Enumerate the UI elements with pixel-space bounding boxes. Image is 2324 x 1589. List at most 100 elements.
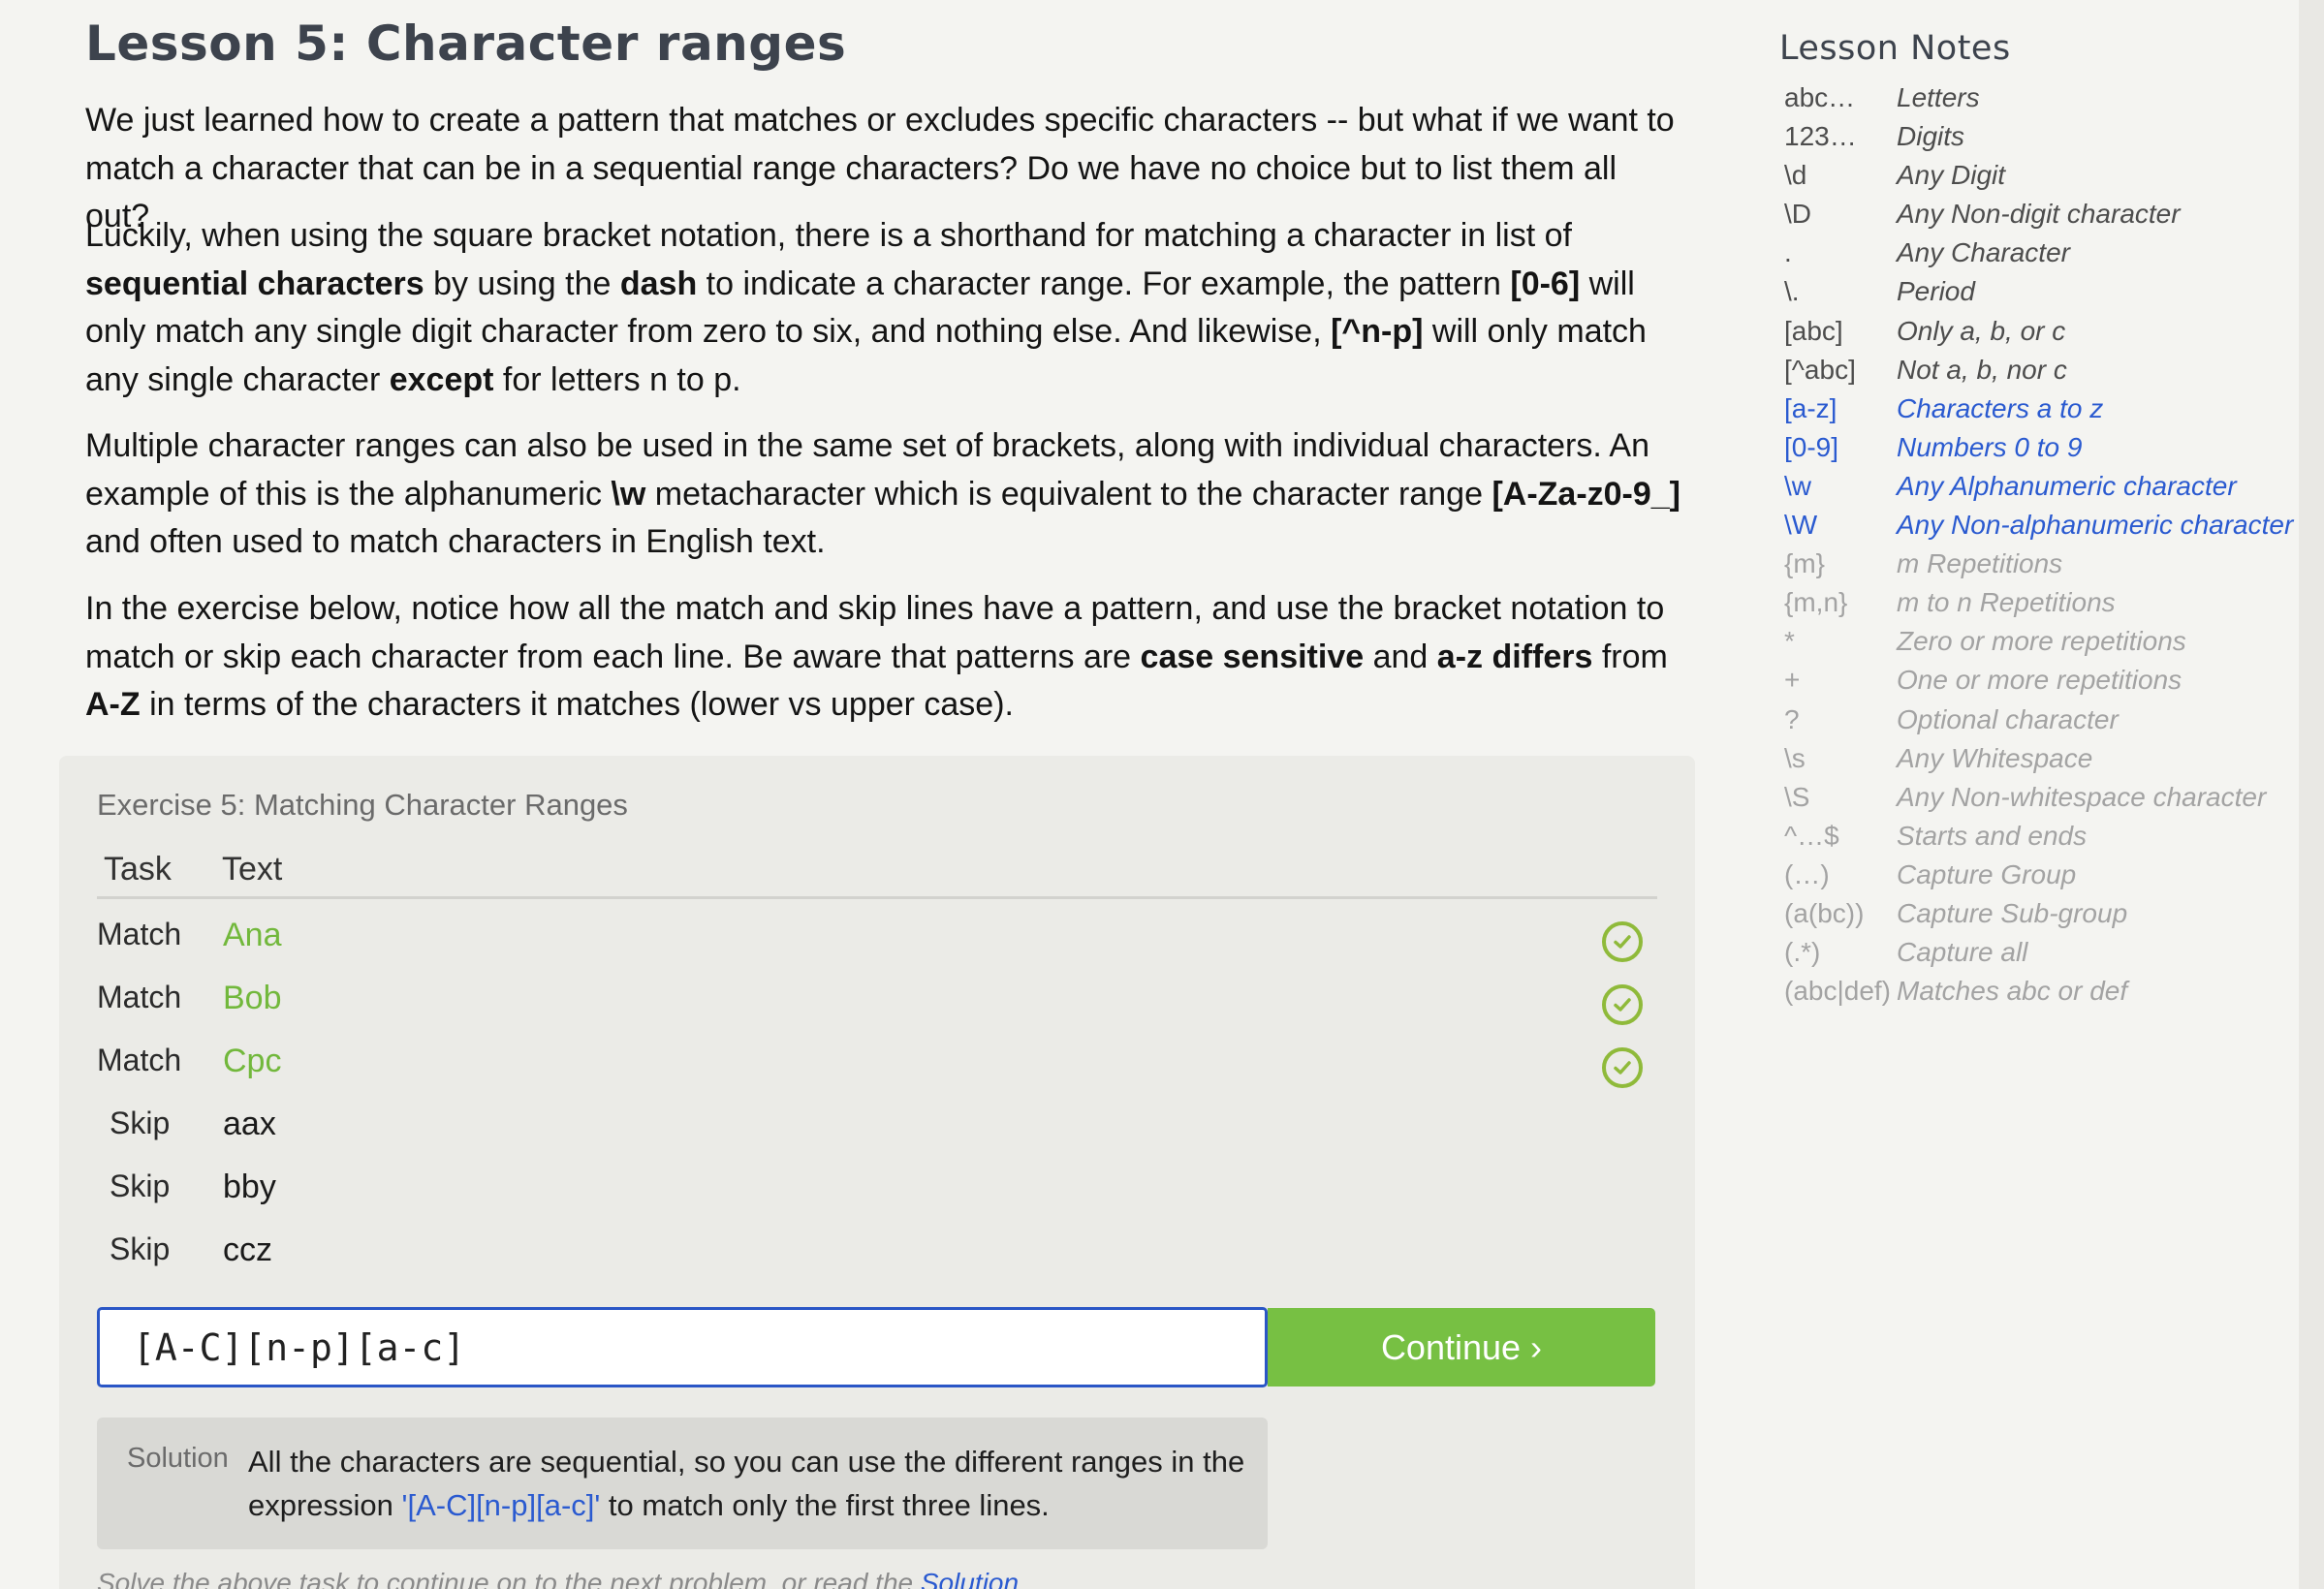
- note-item: {m,n} m to n Repetitions: [1779, 587, 2283, 626]
- exercise-table: Task Text Match Ana Match Bob Match Cpc Skip aa…: [97, 851, 1657, 1277]
- page: Lesson 5: Character ranges We just learn…: [0, 0, 2299, 1589]
- note-item: (abc|def) Matches abc or def: [1779, 976, 2283, 1014]
- exercise-row: Match Ana: [97, 899, 1657, 962]
- row-text: aax: [223, 1106, 276, 1142]
- note-value: Letters: [1897, 82, 1980, 112]
- note-item: ^…$ Starts and ends: [1779, 821, 2283, 859]
- note-value: Only a, b, or c: [1897, 315, 2066, 346]
- paragraph-text: for letters n to p.: [493, 360, 741, 398]
- note-item: \W Any Non-alphanumeric character: [1779, 510, 2293, 548]
- exercise-row: Skip bby: [97, 1151, 1657, 1214]
- note-key: \.: [1784, 276, 1800, 307]
- note-value: Digits: [1897, 121, 1965, 152]
- note-key: ?: [1784, 703, 1800, 734]
- note-key: [^abc]: [1784, 354, 1856, 385]
- note-value: Characters a to z: [1897, 392, 2104, 423]
- note-item: {m} m Repetitions: [1779, 548, 2283, 587]
- note-value: Numbers 0 to 9: [1897, 431, 2083, 462]
- check-circle-icon: [1602, 984, 1643, 1025]
- row-text: Cpc: [223, 1043, 282, 1079]
- solution-link[interactable]: Solution: [921, 1568, 1019, 1589]
- note-item: \d Any Digit: [1779, 160, 2283, 199]
- paragraph-text: to indicate a character range. For examp…: [697, 265, 1511, 302]
- note-item: (.*) Capture all: [1779, 937, 2283, 976]
- lesson-notes-list: abc… Letters 123… Digits \d Any Digit \D Any No…: [1779, 82, 2293, 1014]
- note-item: \S Any Non-whitespace character: [1779, 782, 2283, 821]
- note-key: (a(bc)): [1784, 897, 1865, 928]
- continue-button[interactable]: Continue ›: [1268, 1308, 1655, 1386]
- note-value: Starts and ends: [1897, 820, 2088, 851]
- note-value: One or more repetitions: [1897, 665, 2183, 696]
- note-key: 123…: [1784, 121, 1857, 152]
- paragraph-text: by using the: [424, 265, 620, 302]
- note-item: \w Any Alphanumeric character: [1779, 471, 2283, 510]
- emphasis-text: case sensitive: [1140, 638, 1365, 675]
- note-value: Any Non-digit character: [1897, 199, 2181, 230]
- emphasis-text: [0-6]: [1510, 265, 1581, 302]
- note-item: [a-z] Characters a to z: [1779, 393, 2283, 432]
- note-value: m Repetitions: [1897, 548, 2063, 579]
- note-value: Optional character: [1897, 703, 2119, 734]
- row-text: Ana: [223, 917, 282, 953]
- exercise-title: Exercise 5: Matching Character Ranges: [97, 788, 628, 822]
- footnote-end: .: [1019, 1568, 1026, 1589]
- lesson-paragraph: Luckily, when using the square bracket n…: [85, 212, 1684, 404]
- note-item: \s Any Whitespace: [1779, 743, 2283, 782]
- exercise-table-header: Task Text: [97, 851, 1657, 899]
- note-item: * Zero or more repetitions: [1779, 626, 2283, 665]
- footnote-text: Solve the above task to continue on to t…: [97, 1568, 921, 1589]
- note-key: (abc|def): [1784, 976, 1891, 1007]
- emphasis-text: a-z differs: [1436, 638, 1593, 675]
- note-value: Any Non-whitespace character: [1897, 781, 2267, 812]
- lesson-title: Lesson 5: Character ranges: [85, 16, 847, 72]
- solution-code: '[A-C][n-p][a-c]': [401, 1488, 601, 1522]
- note-key: \w: [1784, 470, 1811, 501]
- note-key: \s: [1784, 742, 1806, 773]
- header-text: Text: [222, 851, 283, 888]
- note-item: + One or more repetitions: [1779, 665, 2283, 703]
- header-task: Task: [104, 851, 172, 888]
- regex-input[interactable]: [97, 1307, 1268, 1387]
- exercise-rows: Match Ana Match Bob Match Cpc Skip aax Skip bby Sk…: [97, 899, 1657, 1277]
- lesson-paragraph: Multiple character ranges can also be us…: [85, 422, 1684, 567]
- paragraph-text: in terms of the characters it matches (l…: [140, 686, 1014, 723]
- exercise-row: Skip ccz: [97, 1214, 1657, 1277]
- note-value: Period: [1897, 276, 1975, 307]
- paragraph-text: and: [1364, 638, 1437, 675]
- note-value: Capture Sub-group: [1897, 897, 2128, 928]
- note-item: ? Optional character: [1779, 704, 2283, 743]
- paragraph-text: metacharacter which is equivalent to the…: [645, 475, 1492, 513]
- note-value: m to n Repetitions: [1897, 587, 2116, 618]
- solution-box: Solution All the characters are sequenti…: [97, 1418, 1268, 1549]
- emphasis-text: sequential characters: [85, 265, 424, 302]
- note-item: \D Any Non-digit character: [1779, 199, 2283, 237]
- note-key: (…): [1784, 858, 1830, 889]
- note-key: \W: [1784, 510, 1818, 541]
- note-item: abc… Letters: [1779, 82, 2283, 121]
- paragraph-text: and often used to match characters in En…: [85, 523, 826, 560]
- note-item: (a(bc)) Capture Sub-group: [1779, 898, 2283, 937]
- note-item: (…) Capture Group: [1779, 859, 2283, 898]
- note-value: Any Character: [1897, 237, 2070, 268]
- note-key: {m,n}: [1784, 587, 1848, 618]
- row-text: ccz: [223, 1231, 272, 1268]
- emphasis-text: except: [389, 360, 494, 398]
- solution-label: Solution: [127, 1443, 229, 1474]
- emphasis-text: [^n-p]: [1331, 313, 1424, 350]
- note-key: (.*): [1784, 937, 1821, 968]
- row-task: Match: [97, 980, 182, 1014]
- note-value: Capture all: [1897, 937, 2028, 968]
- note-item: [^abc] Not a, b, nor c: [1779, 355, 2283, 393]
- note-value: Any Digit: [1897, 160, 2006, 191]
- note-key: {m}: [1784, 548, 1826, 579]
- paragraph-text: from: [1592, 638, 1668, 675]
- note-key: \d: [1784, 160, 1807, 191]
- exercise-row: Match Bob: [97, 962, 1657, 1025]
- note-key: .: [1784, 237, 1792, 268]
- row-task: Skip: [110, 1231, 171, 1266]
- emphasis-text: dash: [619, 265, 698, 302]
- emphasis-text: [A-Za-z0-9_]: [1492, 475, 1681, 513]
- emphasis-text: A-Z: [85, 686, 141, 723]
- note-item: [0-9] Numbers 0 to 9: [1779, 432, 2283, 471]
- note-key: \D: [1784, 199, 1811, 230]
